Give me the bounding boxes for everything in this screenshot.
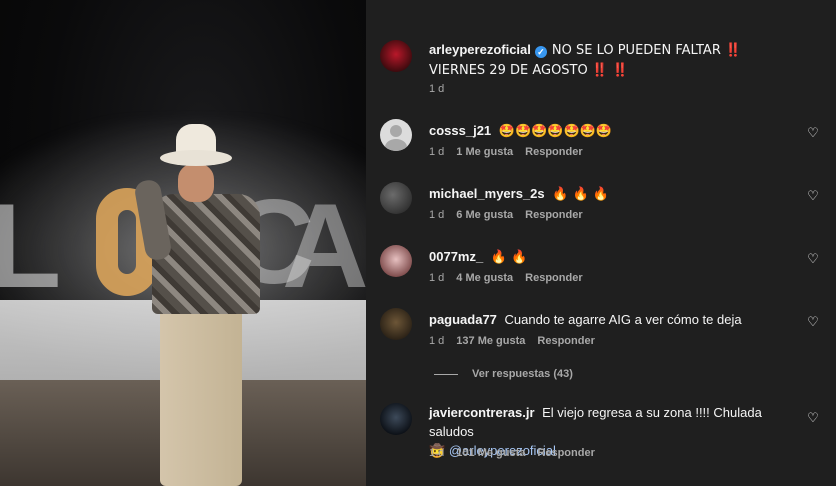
hat-brim <box>160 150 232 166</box>
person-legs <box>160 308 242 486</box>
comments-panel[interactable]: arleyperezoficial ✓ NO SE LO PUEDEN FALTAR… <box>366 0 836 486</box>
comment-time[interactable]: 1 d <box>429 272 444 284</box>
avatar-javiercontreras[interactable] <box>380 403 412 435</box>
comment-time[interactable]: 1 d <box>429 209 444 221</box>
reply-button[interactable]: Responder <box>525 272 582 284</box>
comment-body: michael_myers_2s 🔥 🔥 🔥 <box>429 184 799 204</box>
like-heart-icon[interactable]: ♡ <box>806 190 820 204</box>
caption-meta: 1 d <box>429 83 456 95</box>
person-face <box>178 164 214 202</box>
view-replies-button[interactable]: Ver respuestas (43) <box>434 368 573 380</box>
avatar-paguada77[interactable] <box>380 308 412 340</box>
like-heart-icon[interactable]: ♡ <box>806 412 820 426</box>
caption-line2: VIERNES 29 DE AGOSTO ‼️ ‼️ <box>429 63 629 78</box>
avatar-0077mz[interactable] <box>380 245 412 277</box>
caption-time[interactable]: 1 d <box>429 83 444 95</box>
like-heart-icon[interactable]: ♡ <box>806 127 820 141</box>
comment-meta: 1 d 137 Me gusta Responder <box>429 335 607 347</box>
reply-button[interactable]: Responder <box>537 335 594 347</box>
person-figure <box>133 120 270 486</box>
comment-username[interactable]: paguada77 <box>429 312 497 327</box>
reply-button[interactable]: Responder <box>525 146 582 158</box>
reply-button[interactable]: Responder <box>537 447 594 459</box>
verified-badge-icon: ✓ <box>534 46 547 58</box>
comment-text: 🔥 🔥 🔥 <box>552 187 610 202</box>
sign-letter-a: A <box>282 179 366 313</box>
comment-username[interactable]: michael_myers_2s <box>429 186 545 201</box>
comment-username[interactable]: 0077mz_ <box>429 249 483 264</box>
caption-username[interactable]: arleyperezoficial <box>429 42 531 57</box>
avatar-michael-myers[interactable] <box>380 182 412 214</box>
comment-text: Cuando te agarre AIG a ver cómo te deja <box>504 312 742 327</box>
comment-username[interactable]: javiercontreras.jr <box>429 405 535 420</box>
like-heart-icon[interactable]: ♡ <box>806 316 820 330</box>
comment-likes[interactable]: 1 Me gusta <box>456 146 513 158</box>
comment-body: cosss_j21 🤩🤩🤩🤩🤩🤩🤩 <box>429 121 799 141</box>
comment-time[interactable]: 1 d <box>429 447 444 459</box>
comment-body: paguada77 Cuando te agarre AIG a ver cóm… <box>429 310 799 329</box>
view-replies-line <box>434 373 458 375</box>
default-avatar[interactable] <box>380 119 412 151</box>
comment-meta: 1 d 6 Me gusta Responder <box>429 209 595 221</box>
comment-meta: 1 d 1 Me gusta Responder <box>429 146 595 158</box>
app-root: L C A arleyperezoficial ✓ NO SE LO PUEDEN … <box>0 0 836 486</box>
avatar-arleyperezoficial[interactable] <box>380 40 412 72</box>
comment-likes[interactable]: 101 Me gusta <box>456 447 525 459</box>
comment-username[interactable]: cosss_j21 <box>429 123 491 138</box>
like-heart-icon[interactable]: ♡ <box>806 253 820 267</box>
comment-text: 🤩🤩🤩🤩🤩🤩🤩 <box>498 124 613 139</box>
caption-line1: NO SE LO PUEDEN FALTAR ‼️ <box>551 43 742 58</box>
comment-likes[interactable]: 137 Me gusta <box>456 335 525 347</box>
panel-top-strip <box>366 0 836 6</box>
comment-likes[interactable]: 6 Me gusta <box>456 209 513 221</box>
comment-time[interactable]: 1 d <box>429 146 444 158</box>
caption-body: arleyperezoficial ✓ NO SE LO PUEDEN FALTAR… <box>429 40 799 80</box>
comment-likes[interactable]: 4 Me gusta <box>456 272 513 284</box>
comment-text: 🔥 🔥 <box>490 250 528 265</box>
comment-body: 0077mz_ 🔥 🔥 <box>429 247 799 267</box>
comment-time[interactable]: 1 d <box>429 335 444 347</box>
sign-letter-l: L <box>0 179 62 313</box>
reply-button[interactable]: Responder <box>525 209 582 221</box>
comment-meta: 1 d 4 Me gusta Responder <box>429 272 595 284</box>
comment-meta: 1 d 101 Me gusta Responder <box>429 447 607 459</box>
video-player[interactable]: L C A <box>0 0 366 486</box>
view-replies-label: Ver respuestas (43) <box>472 368 573 380</box>
